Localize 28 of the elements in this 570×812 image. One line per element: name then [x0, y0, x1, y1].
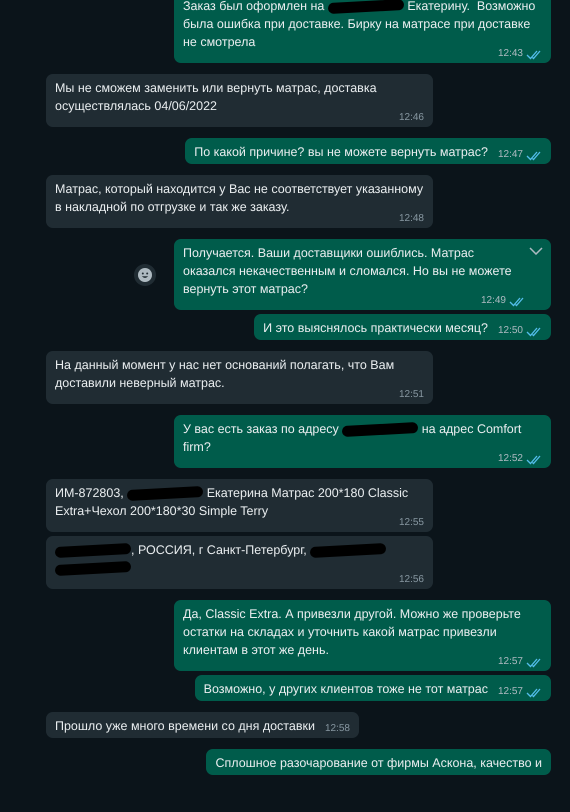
message-time: 12:55 — [398, 516, 424, 530]
message-text: Да, Classic Extra. А привезли другой. Можно же проверьте остатки на складах и уточнить какой матрас привезли клиентам в этот же день. — [183, 606, 522, 657]
message-time: 12:52 — [498, 452, 523, 466]
message-time: 12:57 — [498, 655, 523, 669]
message-text: ИМ-872803, Екатерина Матрас 200*180 Classic Extra+Чехол 200*180*30 Simple Terry — [55, 485, 410, 518]
message-time: 12:48 — [398, 212, 424, 226]
message-text: На данный момент у нас нет оснований полагать, что Вам доставили неверный матрас. — [55, 357, 396, 392]
message-text: Получается. Ваши доставщики ошиблись. Матрас оказался некачественным и сломался. Но вы не можете вернуть этот матрас? — [183, 245, 513, 296]
message-text: Прошло уже много времени со дня доставки — [55, 718, 315, 735]
message-time: 12:47 — [498, 148, 523, 162]
emoji-reaction-button[interactable] — [134, 264, 156, 286]
message-text: По какой причине? вы не можете вернуть матрас? — [194, 144, 488, 161]
message-time: 12:58 — [324, 722, 350, 736]
message-time: 12:51 — [398, 388, 424, 402]
message-time: 12:50 — [498, 324, 523, 338]
message-time: 12:57 — [498, 685, 523, 699]
message-time: 12:43 — [498, 47, 523, 61]
message-text: У вас есть заказ по адресу на адрес Comfort firm? — [183, 421, 522, 454]
message-text: Сплошное разочарование от фирмы Аскона, качество и — [215, 755, 542, 772]
message-time: 12:56 — [398, 573, 424, 587]
message-text: Заказ был оформлен на Екатерину. Возможно была ошибка при доставке. Бирку на матрасе при доставке не смотрела — [183, 0, 536, 49]
message-text: И это выяснялось практически месяц? — [263, 320, 488, 337]
message-text: Мы не сможем заменить или вернуть матрас, доставка осуществлялась 04/06/2022 — [55, 80, 378, 115]
chevron-down-icon[interactable] — [529, 247, 543, 255]
message-text: Матрас, который находится у Вас не соответствует указанному в накладной по отгрузке и так же заказу. — [55, 181, 424, 214]
message-time: 12:49 — [480, 294, 506, 308]
message-time: 12:46 — [398, 111, 424, 125]
message-text: Возможно, у других клиентов тоже не тот матрас — [204, 681, 488, 698]
